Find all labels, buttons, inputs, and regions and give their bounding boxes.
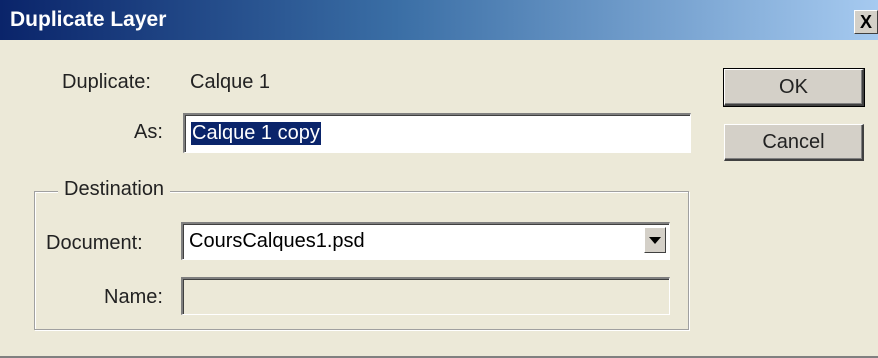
close-icon: X [859,11,872,32]
destination-legend: Destination [58,178,171,201]
document-label: Document: [46,232,143,254]
name-input [181,277,670,315]
name-label: Name: [104,286,163,308]
ok-button[interactable]: OK [723,68,865,107]
duplicate-layer-dialog: Duplicate Layer X Duplicate: Calque 1 As… [0,0,878,358]
duplicate-value: Calque 1 [190,71,271,93]
duplicate-label: Duplicate: [62,71,151,93]
as-label: As: [134,121,163,143]
dialog-title: Duplicate Layer [10,8,167,31]
close-button[interactable]: X [854,10,878,34]
document-select-value: CoursCalques1.psd [189,230,365,252]
as-name-selected-text: Calque 1 copy [191,122,321,145]
document-select[interactable]: CoursCalques1.psd [181,222,670,260]
cancel-button[interactable]: Cancel [724,124,864,161]
as-name-input[interactable]: Calque 1 copy [183,113,691,153]
dropdown-button[interactable] [644,227,666,253]
title-bar[interactable]: Duplicate Layer X [0,0,878,40]
chevron-down-icon [649,236,661,244]
